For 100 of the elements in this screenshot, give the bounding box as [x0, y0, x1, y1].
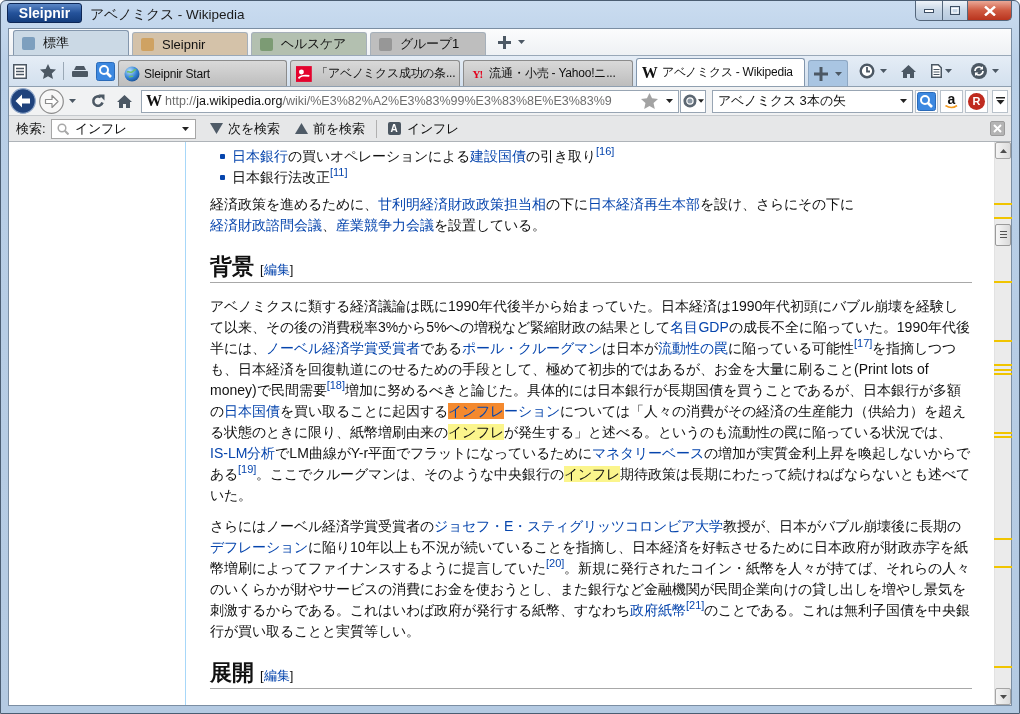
home-icon: [116, 94, 132, 108]
group-menu-button[interactable]: [518, 40, 525, 44]
sync-icon: [971, 63, 987, 79]
text-link[interactable]: 建設国債: [470, 148, 526, 164]
text-link[interactable]: マネタリーベース: [592, 445, 705, 461]
caret-icon[interactable]: [181, 126, 189, 131]
caret-icon: [880, 69, 888, 73]
plus-icon: [814, 66, 829, 81]
close-find-button[interactable]: [990, 121, 1005, 136]
reference-link[interactable]: [20]: [546, 557, 565, 569]
caret-icon: [518, 40, 525, 44]
find-field[interactable]: インフレ: [50, 118, 196, 139]
logo-icon: [296, 65, 313, 82]
text-link[interactable]: 日本国債: [224, 403, 280, 419]
new-tab-button[interactable]: [808, 60, 848, 86]
text-link[interactable]: 名目GDP: [670, 319, 729, 335]
scrollbar-thumb[interactable]: [995, 223, 1011, 246]
new-group-button[interactable]: [498, 35, 511, 49]
text-link[interactable]: ジョセフ・E・スティグリッツ: [434, 518, 626, 534]
text-link[interactable]: 産業競争力会議: [336, 217, 434, 233]
group-tab[interactable]: Sleipnir: [132, 32, 248, 55]
text-link[interactable]: デフレーション: [210, 539, 308, 555]
text-link[interactable]: 日本経済再生本部: [588, 196, 700, 212]
maximize-icon: [950, 6, 960, 15]
close-icon: [990, 121, 1005, 136]
search-highlight: インフレ: [448, 424, 504, 440]
section-heading: 背景: [210, 253, 254, 281]
minimize-icon: [924, 8, 934, 13]
caret-icon: [68, 99, 76, 103]
scroll-down-button[interactable]: [995, 688, 1011, 705]
caret-icon[interactable]: [666, 99, 673, 103]
reload-icon: [91, 94, 105, 108]
hit-marker-icon: [994, 665, 1012, 668]
text-link[interactable]: インフレ ーション: [448, 403, 560, 419]
group-tab[interactable]: グループ1: [370, 32, 486, 55]
find-previous-button[interactable]: 前を検索: [294, 117, 365, 140]
reference-link[interactable]: [16]: [596, 145, 615, 157]
text-link[interactable]: 日本銀行: [232, 148, 288, 164]
browser-tab[interactable]: W アベノミクス - Wikipedia: [635, 58, 806, 86]
reference-link[interactable]: [19]: [238, 463, 257, 475]
text-link[interactable]: IS-LM分析: [210, 445, 276, 461]
hit-marker-icon: [994, 217, 1012, 220]
find-label: 検索:: [16, 119, 46, 138]
search-field[interactable]: アベノミクス 3本の矢: [712, 89, 913, 113]
reference-link[interactable]: [11]: [330, 166, 348, 178]
sync-button[interactable]: [969, 60, 989, 82]
app-menu-button[interactable]: Sleipnir: [7, 3, 82, 23]
star-icon[interactable]: [641, 93, 658, 109]
paragraph: 経済政策を進めるために、甘利明経済財政政策担当相の下に 日本経済再生本部を設け、さらにその下に 経済財政諮問会議、産業競争力会議を設置している。: [210, 195, 855, 235]
group-tab[interactable]: 標準: [13, 30, 129, 55]
edit-section-label: [編集]: [260, 667, 294, 685]
more-engines-button[interactable]: [992, 89, 1008, 113]
back-button[interactable]: [10, 88, 36, 114]
reference-link[interactable]: [17]: [854, 337, 873, 349]
tray-icon: [72, 65, 89, 77]
find-next-button[interactable]: 次を検索: [209, 117, 280, 140]
list-icon: [13, 63, 28, 79]
paragraph: アベノミクスに類する経済議論は既に1990年代後半から始まっていた。日本経済は1990年代初頭にバブル崩壊を経験して以来、その後の消費税率3%から5%への増税など緊縮財政の結果として名目GDPの成長不全に陥っていた。1990年代後半には、ノーベル経済学賞受賞者であるポール・クルーグマンは日本が流動性の罠に陥っている可能性$^{[17]}$を指摘しつつも、日本経済を回復軌道にのせるための手段として、極めて初歩的ではあるが、お金を大量に刷ること(Print lots of money)で民間需要$^{[18]}$増加に努めるべきと論じた。具体的には日本銀行が長期国債を買うことであるが、日本銀行が多額の日本国債を買い取ることに起因する インフレ ーションについては「人々の消費がその経済の生産能力（供給力）を超える状態のときに限り、紙幣増刷由来のインフレが発生する」と述べる。というのも流動性の罠に陥っている状況では、 IS-LM分析でLM曲線がY-r平面でフラットになっているためにマネタリーベースの増加が実質金利上昇を喚起しないからである$^{[19]}$。ここでクルーグマンは、そのような中央銀行のインフレ期待政策は長期にわたって続けねばならないとも述べていた。: [210, 297, 972, 505]
triangle-up-icon: [294, 123, 308, 134]
reference-link[interactable]: [21]: [686, 599, 705, 611]
bullet-icon: [220, 175, 225, 180]
reference-link[interactable]: [18]: [326, 379, 346, 391]
search-highlight: インフレ: [448, 403, 504, 419]
browser-tab[interactable]: Y! 流通・小売 - Yahoo!ニ...: [463, 60, 633, 86]
engine-switch-button[interactable]: [680, 89, 706, 113]
hit-marker-icon: [994, 373, 1012, 376]
text-link[interactable]: ノーベル経済学賞受賞者: [266, 340, 420, 356]
text-link[interactable]: 甘利明経済財政政策担当相: [378, 196, 546, 212]
browser-tab[interactable]: 「アベノミクス成功の条...: [290, 60, 461, 86]
address-field[interactable]: W http://ja.wikipedia.org/wiki/%E3%82%A2%E3%83%99%E3%83%8E%E3%83%9: [141, 89, 679, 113]
caret-icon: [835, 71, 843, 76]
caret-icon[interactable]: [900, 99, 907, 103]
bullet-icon: [220, 154, 225, 159]
hit-marker-icon: [994, 538, 1012, 541]
maximize-button[interactable]: [942, 1, 968, 21]
close-button[interactable]: [968, 1, 1012, 21]
text-link[interactable]: 経済財政諮問会議: [210, 217, 322, 233]
minimize-button[interactable]: [915, 1, 942, 21]
search-icon: [95, 61, 115, 81]
hit-marker-icon: [994, 565, 1012, 568]
engine-button[interactable]: a: [940, 89, 963, 113]
hit-marker-icon: [994, 369, 1012, 371]
logo-icon: Y!: [469, 67, 486, 80]
hit-marker-icon: [994, 339, 1012, 342]
text-link[interactable]: コロンビア大学: [625, 518, 724, 534]
browser-tab[interactable]: Sleipnir Start: [118, 60, 288, 86]
caret-icon: [697, 99, 704, 103]
text-link[interactable]: ポール・クルーグマン: [462, 340, 602, 356]
group-tab[interactable]: ヘルスケア: [251, 32, 367, 55]
search-button[interactable]: [915, 89, 938, 113]
highlight-button[interactable]: A インフレ: [387, 117, 459, 140]
find-toggle-button[interactable]: [95, 60, 115, 82]
text-link[interactable]: 政府紙幣: [630, 602, 686, 618]
scroll-up-button[interactable]: [995, 142, 1011, 159]
ring-icon: [683, 93, 697, 109]
search-icon: [917, 91, 936, 111]
search-icon: [56, 122, 69, 135]
list-item: 日本銀行の買いオペレーションによる建設国債の引き取り$^{[16]}$: [232, 146, 615, 166]
arrow-down-icon: [999, 694, 1007, 699]
text-link[interactable]: 流動性の罠: [658, 340, 728, 356]
